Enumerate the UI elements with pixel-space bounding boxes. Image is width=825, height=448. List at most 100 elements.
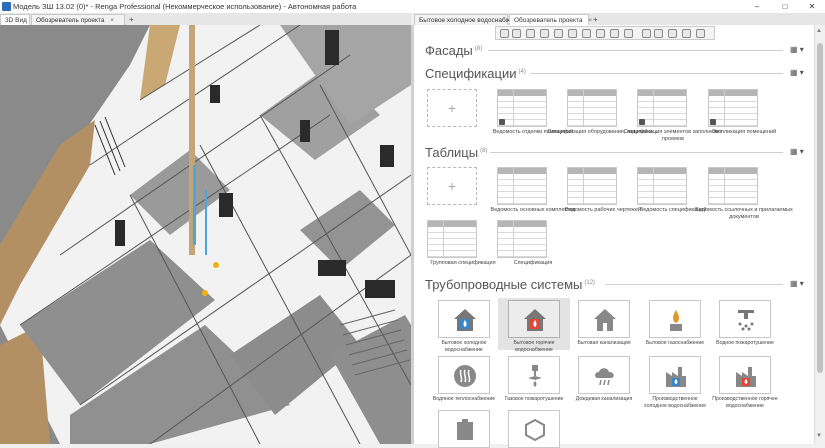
3d-viewport[interactable] (0, 25, 411, 444)
redo-icon[interactable] (512, 29, 521, 38)
tab-cold-water-system[interactable]: Бытовое холодное водоснабжение (414, 14, 524, 25)
rain-cloud-icon (595, 368, 614, 386)
section-title-facades[interactable]: Фасады (8) (425, 43, 482, 58)
scroll-up-icon[interactable]: ▲ (816, 28, 822, 34)
system-label: Дождевая канализация (575, 396, 633, 402)
vertical-scrollbar[interactable]: ▲ ▼ (814, 25, 825, 444)
tab-label: Обозреватель проекта (514, 17, 583, 24)
tab-project-browser[interactable]: Обозреватель проекта × (31, 14, 125, 25)
section-title-text: Трубопроводные системы (425, 277, 583, 292)
export-icon[interactable] (568, 29, 577, 38)
view-options-menu[interactable]: ▦ ▾ (790, 45, 804, 54)
section-title-pipe-systems[interactable]: Трубопроводные системы (12) (425, 277, 595, 292)
card-label: Экспликация помещений (711, 129, 777, 135)
maximize-button[interactable]: □ (772, 0, 798, 13)
sewer-house-icon (594, 309, 616, 331)
gas-sprinkler-icon (528, 365, 542, 387)
close-tab-icon[interactable]: × (588, 17, 592, 24)
system-tile (508, 410, 560, 448)
cut-icon[interactable] (642, 29, 651, 38)
add-thumbnail[interactable]: + (427, 89, 477, 127)
title-bar: Модель ЗШ 13.02 (0)* - Renga Professiona… (0, 0, 825, 13)
cold-water-house-icon (454, 309, 476, 331)
system-tile (508, 300, 560, 338)
section-count: (8) (480, 147, 488, 154)
undo-icon[interactable] (500, 29, 509, 38)
card-label: Спецификация (513, 260, 553, 266)
hot-water-house-icon (524, 309, 546, 331)
print-icon[interactable] (582, 29, 591, 38)
section-divider (605, 284, 783, 285)
section-title-text: Спецификации (425, 66, 517, 81)
add-tab-button[interactable]: + (593, 14, 598, 25)
section-title-tables[interactable]: Таблицы (8) (425, 145, 487, 160)
save-icon[interactable] (554, 29, 563, 38)
scroll-thumb[interactable] (817, 43, 823, 373)
lock-icon (639, 119, 645, 125)
sprinkler-icon (738, 310, 754, 331)
system-label: Водяное теплоснабжение (432, 396, 496, 402)
view-options-menu[interactable]: ▦ ▾ (790, 279, 804, 288)
system-tile (649, 300, 701, 338)
table-thumbnail (708, 167, 758, 205)
system-tile (508, 356, 560, 394)
system-label: Бытовое газоснабжение (645, 340, 705, 346)
section-divider (530, 73, 783, 74)
table-thumbnail (708, 89, 758, 127)
lock-icon (710, 119, 716, 125)
system-tile (438, 300, 490, 338)
copy-view-icon[interactable] (526, 29, 535, 38)
tab-label: 3D Вид (5, 17, 27, 24)
section-title-specifications[interactable]: Спецификации (4) (425, 66, 526, 81)
system-label: Производственное горячее водоснабжение (712, 396, 778, 409)
section-divider (488, 50, 783, 51)
close-tab-icon[interactable]: × (110, 17, 114, 24)
system-tile (649, 356, 701, 394)
section-title-text: Фасады (425, 43, 473, 58)
renga-logo-icon (2, 2, 11, 11)
custom-system-icon (525, 418, 545, 442)
building-3d-model (0, 25, 411, 444)
gas-flame-icon (670, 310, 682, 331)
factory-hot-water-icon (736, 367, 756, 387)
open-icon[interactable] (540, 29, 549, 38)
tab-label: Обозреватель проекта (36, 17, 105, 24)
tab-3d-view[interactable]: 3D Вид (0, 14, 30, 25)
wrench-icon[interactable] (696, 29, 705, 38)
table-thumbnail (497, 220, 547, 258)
table-thumbnail (497, 89, 547, 127)
paste-icon[interactable] (654, 29, 663, 38)
heating-radiator-icon (454, 365, 476, 387)
visibility-icon[interactable] (610, 29, 619, 38)
tab-project-browser-right[interactable]: Обозреватель проекта × (509, 14, 592, 25)
section-divider (490, 152, 783, 153)
system-tile (578, 356, 630, 394)
table-thumbnail (427, 220, 477, 258)
floating-toolbar (495, 26, 715, 40)
window-title: Модель ЗШ 13.02 (0)* - Renga Professiona… (13, 2, 357, 11)
plus-icon: + (447, 100, 457, 116)
view-options-menu[interactable]: ▦ ▾ (790, 147, 804, 156)
settings-icon[interactable] (624, 29, 633, 38)
table-thumbnail (497, 167, 547, 205)
scroll-down-icon[interactable]: ▼ (816, 433, 822, 439)
section-count: (4) (518, 68, 526, 75)
clipboard-icon[interactable] (668, 29, 677, 38)
plus-icon: + (447, 178, 457, 194)
add-tab-button[interactable]: + (129, 14, 134, 25)
section-title-text: Таблицы (425, 145, 479, 160)
section-count: (8) (474, 45, 483, 52)
view-options-menu[interactable]: ▦ ▾ (790, 68, 804, 77)
system-tile (578, 300, 630, 338)
card-label: Ведомость ссылочных и прилагаемых докуме… (695, 207, 793, 220)
system-label: Газовое пожаротушение (504, 396, 564, 402)
system-label: Бытовая канализация (577, 340, 631, 346)
close-button[interactable]: ✕ (799, 0, 825, 13)
layers-icon[interactable] (596, 29, 605, 38)
system-tile (719, 300, 771, 338)
minimize-button[interactable]: – (744, 0, 770, 13)
system-label: Бытовое горячее водоснабжение (513, 340, 555, 353)
system-tile (438, 356, 490, 394)
window-icon[interactable] (682, 29, 691, 38)
add-thumbnail[interactable]: + (427, 167, 477, 205)
